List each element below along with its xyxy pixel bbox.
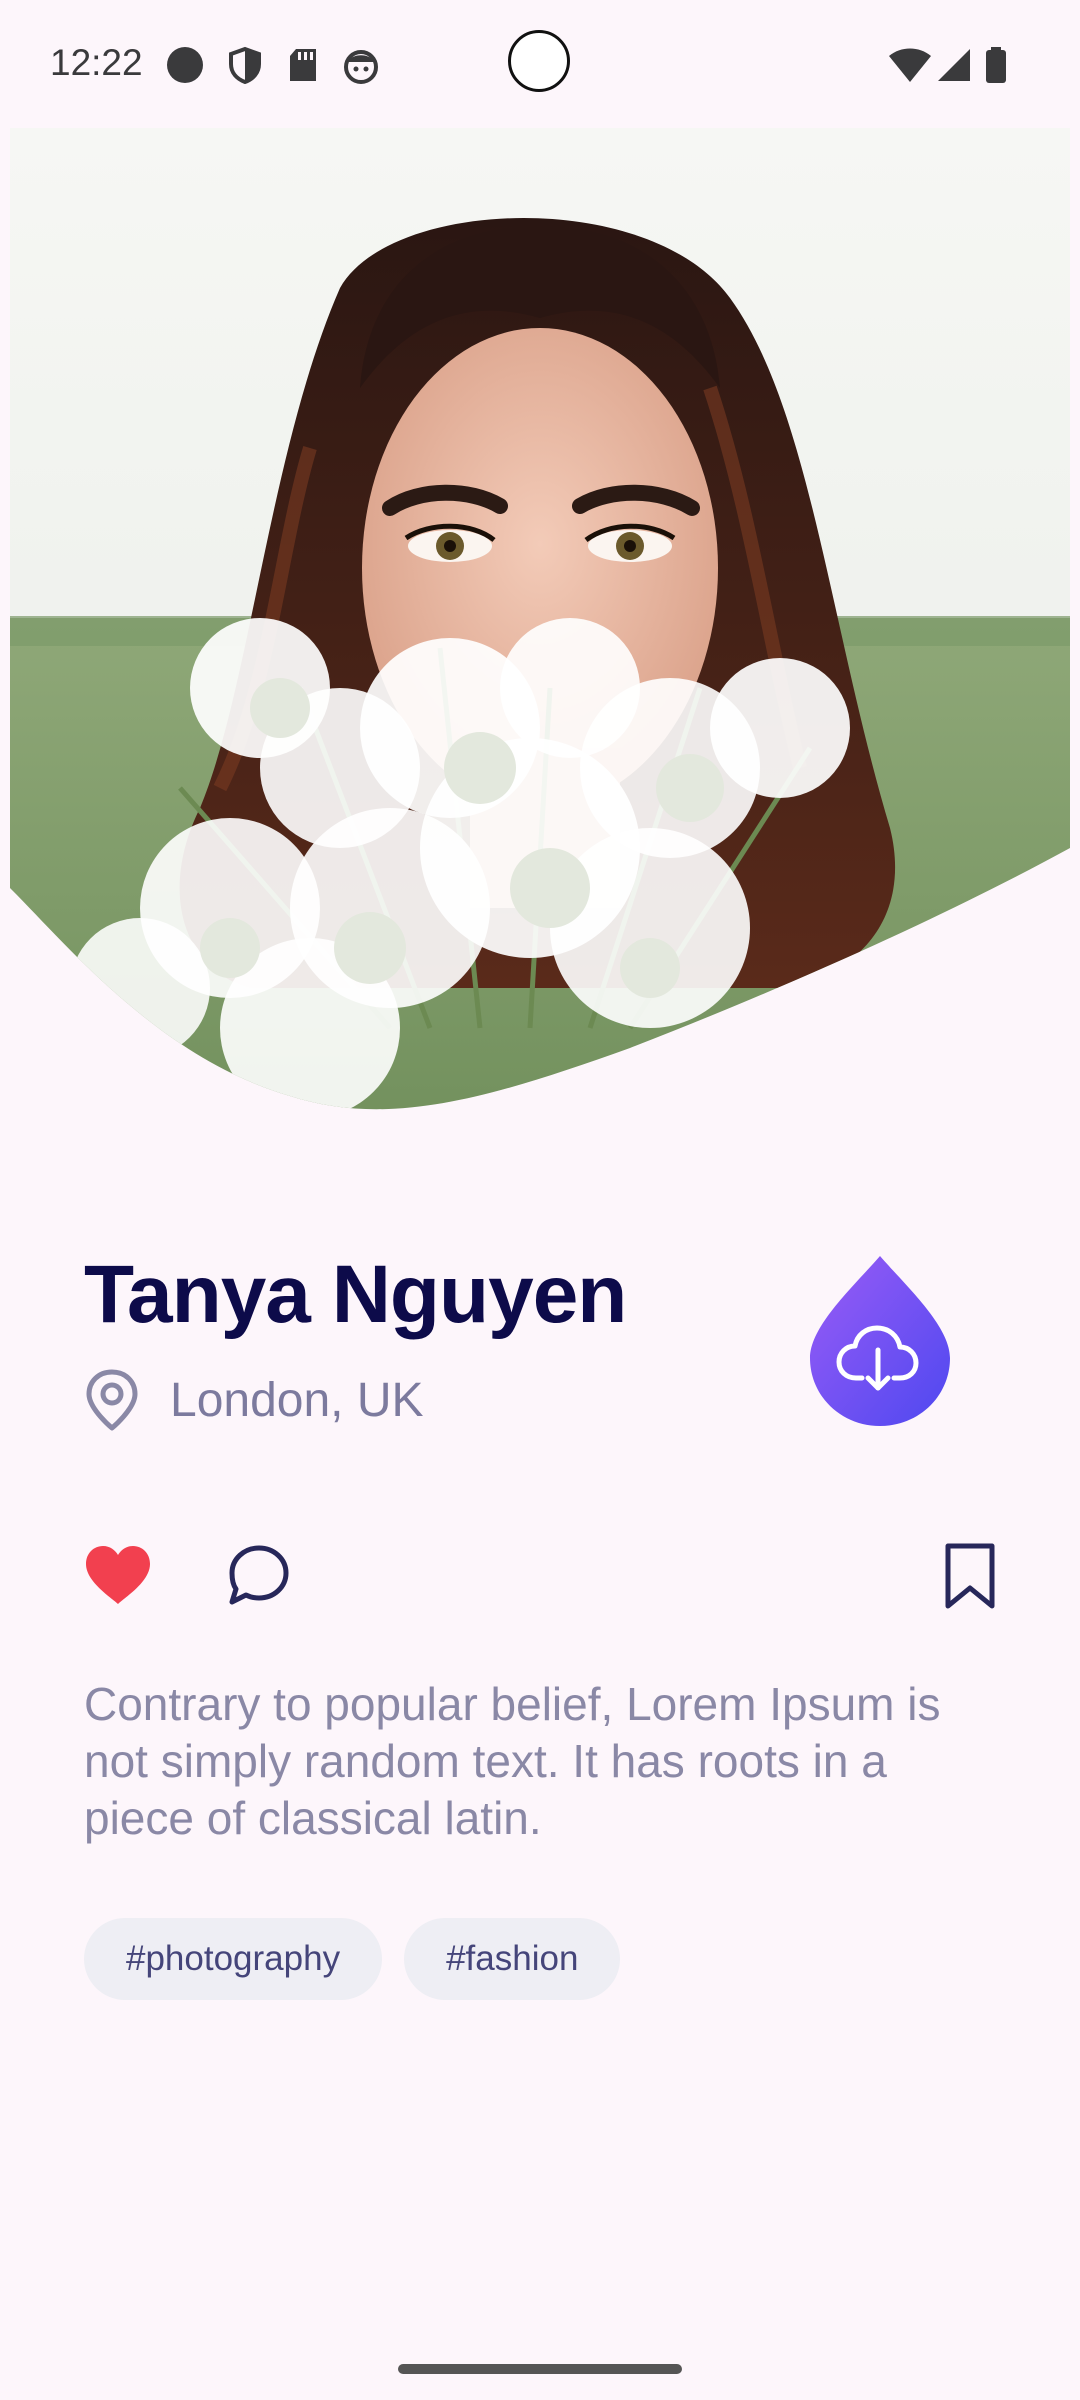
shield-icon xyxy=(229,46,261,84)
location-row: London, UK xyxy=(84,1368,424,1432)
sd-card-icon xyxy=(290,49,316,81)
profile-screen: 12:22 Tanya Nguyen London, UK Contrary t… xyxy=(0,0,1080,2400)
signal-icon xyxy=(938,49,970,81)
home-indicator[interactable] xyxy=(398,2364,682,2374)
bookmark-icon xyxy=(945,1543,995,1609)
status-bar: 12:22 xyxy=(0,0,1080,128)
camera-cutout xyxy=(508,30,570,92)
bookmark-button[interactable] xyxy=(934,1540,1006,1612)
like-button[interactable] xyxy=(82,1540,154,1612)
wifi-icon xyxy=(889,48,931,82)
status-time: 12:22 xyxy=(50,42,143,83)
hero-photo xyxy=(10,128,1070,1110)
tag-fashion[interactable]: #fashion xyxy=(404,1918,621,2000)
comment-button[interactable] xyxy=(222,1540,294,1612)
profile-name: Tanya Nguyen xyxy=(84,1249,627,1340)
download-button[interactable] xyxy=(806,1250,954,1430)
tag-photography[interactable]: #photography xyxy=(84,1918,383,2000)
comment-icon xyxy=(229,1545,289,1605)
location-text: London, UK xyxy=(170,1373,424,1427)
android-face-icon xyxy=(344,50,378,84)
description-text: Contrary to popular belief, Lorem Ipsum … xyxy=(84,1678,941,1844)
circle-icon xyxy=(167,47,203,83)
battery-icon xyxy=(986,47,1006,83)
tag-list: #photography #fashion xyxy=(84,1918,621,2000)
location-pin-icon xyxy=(86,1369,138,1431)
heart-icon xyxy=(86,1546,150,1604)
